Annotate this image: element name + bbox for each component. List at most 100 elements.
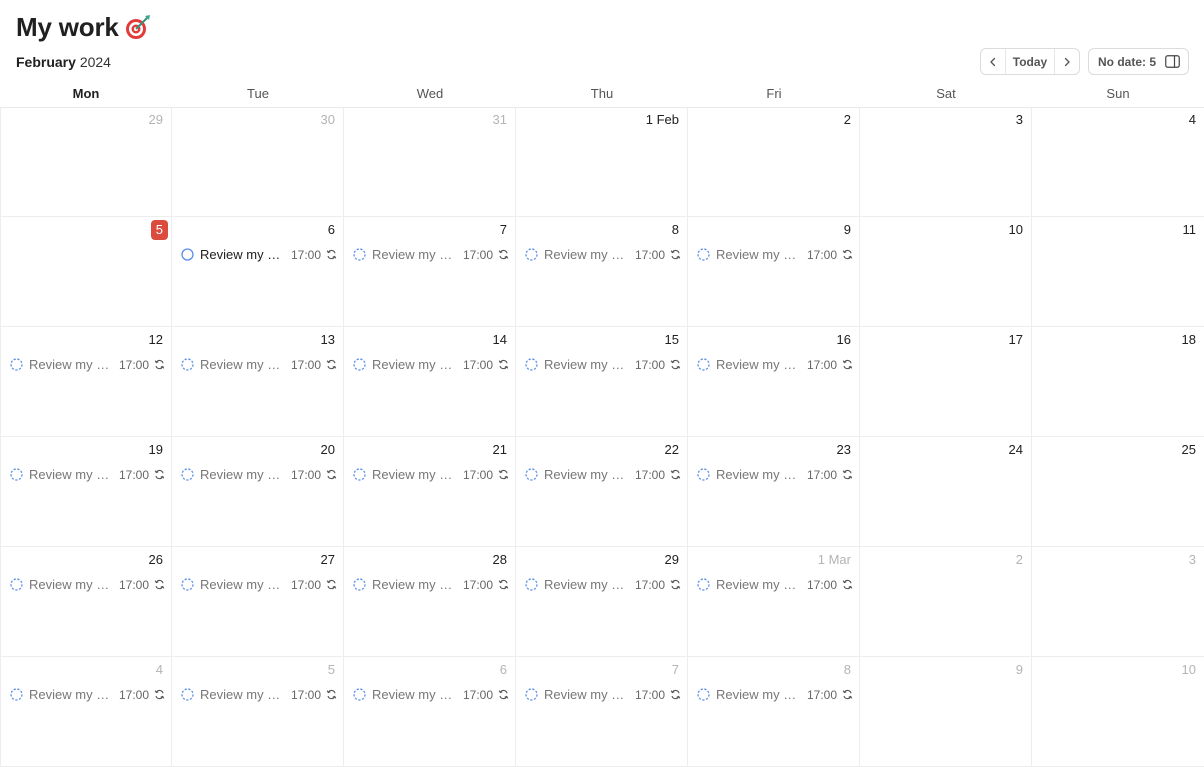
day-cell[interactable]: 19 Review my d... 17:00 [0,437,172,547]
task-time: 17:00 [634,357,665,372]
day-cell[interactable]: 5 Review my d... 17:00 [172,657,344,767]
day-cell[interactable]: 9 [860,657,1032,767]
task-item[interactable]: Review my d... 17:00 [525,356,681,373]
day-cell[interactable]: 1 Mar Review my d... 17:00 [688,547,860,657]
day-cell[interactable]: 16 Review my d... 17:00 [688,327,860,437]
previous-button[interactable] [981,49,1005,74]
task-checkbox-icon[interactable] [353,578,366,591]
day-cell[interactable]: 27 Review my d... 17:00 [172,547,344,657]
day-cell[interactable]: 3 [860,107,1032,217]
task-item[interactable]: Review my d... 17:00 [181,576,337,593]
next-button[interactable] [1055,49,1079,74]
day-number: 22 [664,442,679,457]
task-item[interactable]: Review my d... 17:00 [353,466,509,483]
day-cell[interactable]: 2 [860,547,1032,657]
day-cell[interactable]: 20 Review my d... 17:00 [172,437,344,547]
task-item[interactable]: Review my d... 17:00 [353,576,509,593]
task-item[interactable]: Review my d... 17:00 [697,576,853,593]
task-item[interactable]: Review my d... 17:00 [10,686,165,703]
task-checkbox-icon[interactable] [181,468,194,481]
day-cell[interactable]: 10 [860,217,1032,327]
day-cell[interactable]: 23 Review my d... 17:00 [688,437,860,547]
task-checkbox-icon[interactable] [10,358,23,371]
task-name: Review my d... [716,357,801,372]
task-item[interactable]: Review my d... 17:00 [697,356,853,373]
day-cell[interactable]: 31 [344,107,516,217]
task-checkbox-icon[interactable] [697,248,710,261]
task-checkbox-icon[interactable] [697,358,710,371]
task-item[interactable]: Review my d... 17:00 [353,356,509,373]
day-cell[interactable]: 28 Review my d... 17:00 [344,547,516,657]
day-cell[interactable]: 6 Review my d... 17:00 [344,657,516,767]
day-cell[interactable]: 10 [1032,657,1204,767]
weekday-header: Mon Tue Wed Thu Fri Sat Sun [0,82,1204,108]
task-item[interactable]: Review my d... 17:00 [525,576,681,593]
day-cell[interactable]: 1 Feb [516,107,688,217]
task-item[interactable]: Review my d... 17:00 [525,686,681,703]
task-checkbox-icon[interactable] [181,248,194,261]
task-checkbox-icon[interactable] [353,248,366,261]
day-cell[interactable]: 14 Review my d... 17:00 [344,327,516,437]
task-checkbox-icon[interactable] [353,688,366,701]
task-item[interactable]: Review my d... 17:00 [10,576,165,593]
day-cell[interactable]: 15 Review my d... 17:00 [516,327,688,437]
task-item[interactable]: Review my d... 17:00 [697,246,853,263]
day-cell[interactable]: 29 Review my d... 17:00 [516,547,688,657]
day-cell[interactable]: 29 [0,107,172,217]
task-checkbox-icon[interactable] [10,578,23,591]
task-item[interactable]: Review my d... 17:00 [181,246,337,263]
task-item[interactable]: Review my d... 17:00 [697,686,853,703]
task-item[interactable]: Review my d... 17:00 [181,356,337,373]
task-checkbox-icon[interactable] [525,578,538,591]
day-cell[interactable]: 26 Review my d... 17:00 [0,547,172,657]
today-button[interactable]: Today [1005,49,1055,74]
task-item[interactable]: Review my d... 17:00 [525,246,681,263]
day-cell[interactable]: 8 Review my d... 17:00 [516,217,688,327]
task-checkbox-icon[interactable] [181,578,194,591]
day-cell[interactable]: 4 [1032,107,1204,217]
day-cell[interactable]: 22 Review my d... 17:00 [516,437,688,547]
no-date-button[interactable]: No date: 5 [1088,48,1189,75]
day-cell[interactable]: 7 Review my d... 17:00 [516,657,688,767]
task-item[interactable]: Review my d... 17:00 [10,466,165,483]
day-cell[interactable]: 17 [860,327,1032,437]
task-item[interactable]: Review my d... 17:00 [181,466,337,483]
task-item[interactable]: Review my d... 17:00 [697,466,853,483]
task-checkbox-icon[interactable] [525,468,538,481]
task-checkbox-icon[interactable] [525,358,538,371]
day-cell[interactable]: 18 [1032,327,1204,437]
day-cell[interactable]: 5 [0,217,172,327]
task-item[interactable]: Review my d... 17:00 [353,246,509,263]
day-cell[interactable]: 4 Review my d... 17:00 [0,657,172,767]
day-cell[interactable]: 24 [860,437,1032,547]
day-cell[interactable]: 11 [1032,217,1204,327]
day-cell[interactable]: 3 [1032,547,1204,657]
task-checkbox-icon[interactable] [353,358,366,371]
day-cell[interactable]: 30 [172,107,344,217]
task-checkbox-icon[interactable] [181,688,194,701]
task-checkbox-icon[interactable] [525,688,538,701]
task-checkbox-icon[interactable] [353,468,366,481]
task-item[interactable]: Review my d... 17:00 [10,356,165,373]
day-cell[interactable]: 21 Review my d... 17:00 [344,437,516,547]
day-cell[interactable]: 8 Review my d... 17:00 [688,657,860,767]
task-checkbox-icon[interactable] [697,688,710,701]
task-item[interactable]: Review my d... 17:00 [525,466,681,483]
task-checkbox-icon[interactable] [525,248,538,261]
task-checkbox-icon[interactable] [10,688,23,701]
task-checkbox-icon[interactable] [697,578,710,591]
day-cell[interactable]: 13 Review my d... 17:00 [172,327,344,437]
day-cell[interactable]: 6 Review my d... 17:00 [172,217,344,327]
task-checkbox-icon[interactable] [10,468,23,481]
day-cell[interactable]: 9 Review my d... 17:00 [688,217,860,327]
task-checkbox-icon[interactable] [181,358,194,371]
day-cell[interactable]: 2 [688,107,860,217]
day-cell[interactable]: 12 Review my d... 17:00 [0,327,172,437]
task-item[interactable]: Review my d... 17:00 [181,686,337,703]
day-number: 13 [320,332,335,347]
task-item[interactable]: Review my d... 17:00 [353,686,509,703]
day-cell[interactable]: 7 Review my d... 17:00 [344,217,516,327]
recurring-icon [326,689,337,700]
task-checkbox-icon[interactable] [697,468,710,481]
day-cell[interactable]: 25 [1032,437,1204,547]
